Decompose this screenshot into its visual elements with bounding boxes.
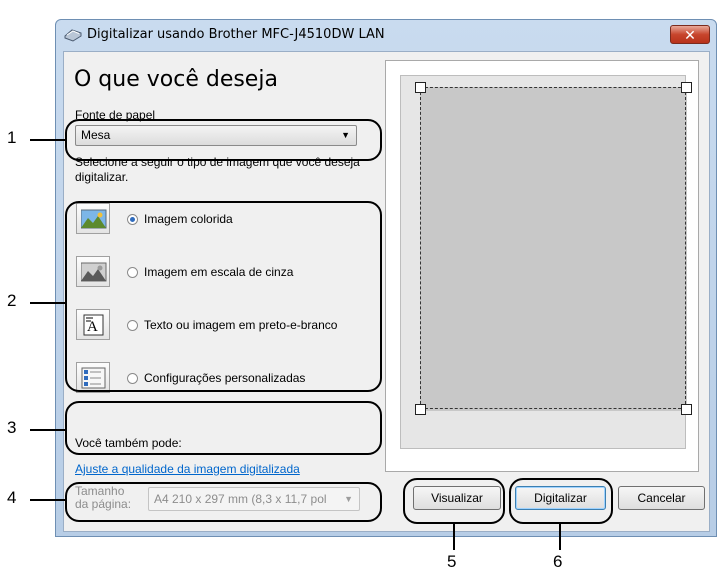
callout-line-1 (30, 139, 66, 141)
callout-line-3 (30, 429, 66, 431)
selection-handle-bottom-right[interactable] (681, 404, 692, 415)
selection-handle-top-right[interactable] (681, 82, 692, 93)
close-button[interactable]: ✕ (670, 25, 710, 44)
close-icon: ✕ (684, 27, 696, 43)
callout-box-6 (509, 478, 613, 524)
callout-box-1 (65, 119, 382, 161)
callout-number-2: 2 (7, 291, 17, 310)
title-bar[interactable]: Digitalizar usando Brother MFC-J4510DW L… (56, 20, 716, 50)
scan-selection-rectangle[interactable] (420, 87, 686, 409)
page-title: O que você deseja (74, 67, 278, 92)
callout-number-1: 1 (7, 128, 17, 147)
scanner-app-icon (64, 27, 82, 43)
preview-pane[interactable] (385, 60, 699, 472)
callout-number-4: 4 (7, 488, 17, 507)
selection-handle-top-left[interactable] (415, 82, 426, 93)
cancel-button[interactable]: Cancelar (618, 486, 705, 510)
callout-box-3 (65, 401, 382, 455)
adjust-quality-link[interactable]: Ajuste a qualidade da imagem digitalizad… (75, 462, 300, 476)
selection-handle-bottom-left[interactable] (415, 404, 426, 415)
callout-number-6: 6 (553, 552, 563, 571)
callout-line-6 (559, 523, 561, 550)
callout-line-5 (453, 523, 455, 550)
callout-box-5 (403, 478, 505, 524)
window-title: Digitalizar usando Brother MFC-J4510DW L… (87, 27, 385, 42)
callout-box-4 (65, 482, 382, 522)
callout-number-5: 5 (447, 552, 457, 571)
preview-area (400, 75, 692, 449)
callout-line-2 (30, 302, 66, 304)
callout-number-3: 3 (7, 418, 17, 437)
callout-line-4 (30, 499, 66, 501)
callout-box-2 (65, 201, 382, 392)
